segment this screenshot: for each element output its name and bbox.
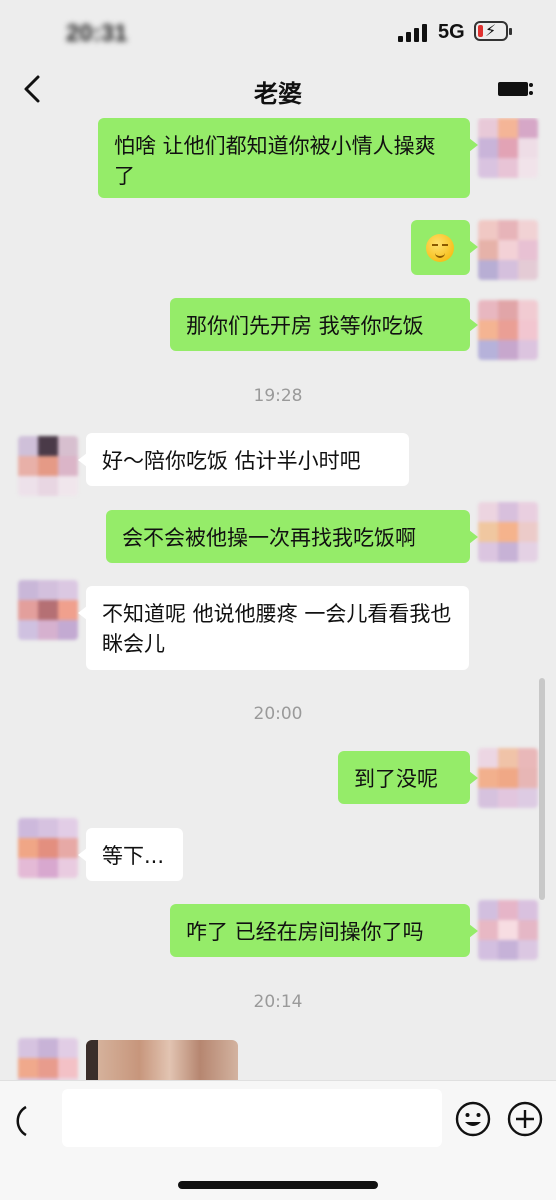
timestamp: 20:14 xyxy=(253,992,303,1012)
message-bubble-mine[interactable] xyxy=(411,220,478,275)
signal-icon xyxy=(398,24,430,42)
message-bubble-mine[interactable]: 到了没呢 xyxy=(338,751,478,804)
emoji-icon xyxy=(455,1101,491,1137)
voice-button[interactable] xyxy=(10,1101,50,1141)
emoji-button[interactable] xyxy=(455,1101,491,1137)
more-icon xyxy=(498,82,528,96)
message-text: 咋了 已经在房间操你了吗 xyxy=(186,920,424,944)
message-bubble-theirs[interactable]: 等下... xyxy=(78,828,183,881)
message-text: 那你们先开房 我等你吃饭 xyxy=(186,314,424,338)
plus-icon xyxy=(507,1101,543,1137)
network-label: 5G xyxy=(438,21,465,43)
nav-bar: 老婆 xyxy=(0,60,556,118)
status-bar: 20:31 5G ⚡ xyxy=(0,0,556,60)
message-bubble-mine[interactable]: 那你们先开房 我等你吃饭 xyxy=(170,298,478,351)
message-bubble-theirs[interactable]: 好～陪你吃饭 估计半小时吧 xyxy=(78,433,409,486)
voice-icon xyxy=(16,1105,27,1137)
photo-message[interactable] xyxy=(86,1040,238,1080)
message-text: 不知道呢 他说他腰疼 一会儿看看我也眯会儿 xyxy=(102,602,452,656)
contact-avatar[interactable] xyxy=(18,436,78,496)
message-bubble-mine[interactable]: 咋了 已经在房间操你了吗 xyxy=(170,904,478,957)
input-bar xyxy=(0,1080,556,1200)
message-bubble-theirs[interactable]: 不知道呢 他说他腰疼 一会儿看看我也眯会儿 xyxy=(78,586,469,670)
chat-screen: 20:31 5G ⚡ 老婆 怕啥 让他们都知道你被小情人操爽了 那你们先开房 我… xyxy=(0,0,556,1200)
chat-title: 老婆 xyxy=(254,80,302,108)
timestamp: 20:00 xyxy=(253,704,303,724)
message-bubble-mine[interactable]: 会不会被他操一次再找我吃饭啊 xyxy=(106,510,478,563)
status-time: 20:31 xyxy=(66,20,128,47)
contact-avatar[interactable] xyxy=(18,580,78,640)
my-avatar[interactable] xyxy=(478,300,538,360)
my-avatar[interactable] xyxy=(478,118,538,178)
message-bubble-mine[interactable]: 怕啥 让他们都知道你被小情人操爽了 xyxy=(98,118,478,198)
message-text: 好～陪你吃饭 估计半小时吧 xyxy=(102,449,361,473)
message-list[interactable]: 怕啥 让他们都知道你被小情人操爽了 那你们先开房 我等你吃饭 19:28 好～陪… xyxy=(0,118,556,1080)
my-avatar[interactable] xyxy=(478,220,538,280)
my-avatar[interactable] xyxy=(478,748,538,808)
message-text: 怕啥 让他们都知道你被小情人操爽了 xyxy=(114,134,436,188)
message-text: 到了没呢 xyxy=(354,767,438,791)
home-indicator[interactable] xyxy=(178,1181,378,1189)
my-avatar[interactable] xyxy=(478,502,538,562)
plus-button[interactable] xyxy=(507,1101,543,1137)
battery-icon: ⚡ xyxy=(474,21,512,41)
smiling-face-emoji xyxy=(426,234,454,262)
contact-avatar[interactable] xyxy=(18,1038,78,1080)
contact-avatar[interactable] xyxy=(18,818,78,878)
scrollbar[interactable] xyxy=(539,678,545,900)
message-input[interactable] xyxy=(62,1089,442,1147)
more-button[interactable] xyxy=(498,78,534,102)
message-text: 会不会被他操一次再找我吃饭啊 xyxy=(122,526,416,550)
timestamp: 19:28 xyxy=(253,386,303,406)
message-text: 等下... xyxy=(102,844,165,868)
my-avatar[interactable] xyxy=(478,900,538,960)
